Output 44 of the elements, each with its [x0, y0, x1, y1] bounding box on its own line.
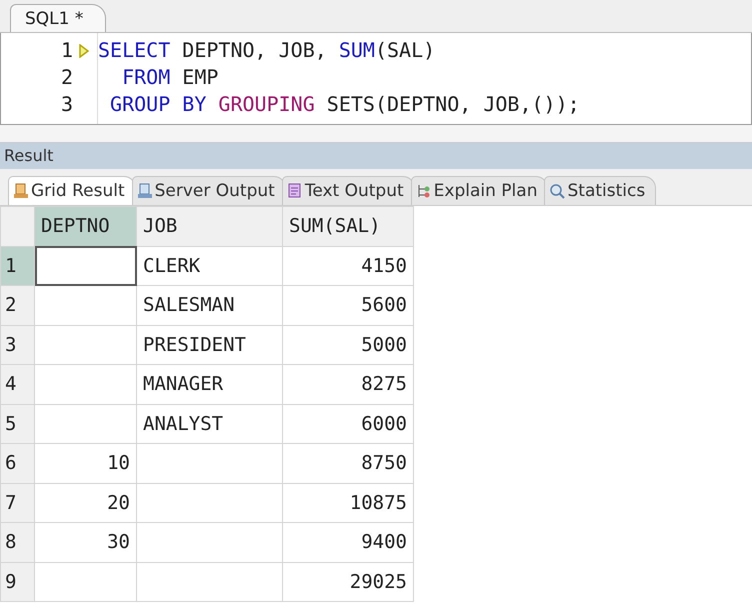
code-line: GROUP BY GROUPING SETS(DEPTNO, JOB,());	[109, 91, 581, 118]
line-number: 2	[60, 64, 73, 91]
column-header[interactable]: JOB	[136, 206, 282, 246]
database-icon	[136, 183, 153, 199]
splitter-bar[interactable]	[0, 125, 752, 143]
table-cell: CLERK	[136, 246, 282, 286]
line-number: 1	[60, 37, 73, 64]
row-number[interactable]: 2	[0, 286, 34, 325]
table-cell: 20	[34, 483, 136, 522]
table-cell: 9400	[282, 522, 414, 562]
table-cell: 5600	[282, 286, 414, 325]
table-cell: 29025	[282, 562, 414, 602]
column-header[interactable]: SUM(SAL)	[282, 206, 414, 246]
table-cell: 5000	[282, 325, 414, 364]
table-cell: 4150	[282, 246, 414, 286]
result-tab[interactable]: Statistics	[544, 176, 656, 205]
tree-icon	[416, 183, 432, 199]
column-header[interactable]: DEPTNO	[34, 206, 136, 246]
editor-tab[interactable]: SQL1 *	[10, 4, 106, 32]
row-number[interactable]: 7	[0, 483, 34, 522]
table-cell: ANALYST	[136, 404, 282, 444]
table-cell: 6000	[282, 404, 414, 444]
code-line: SELECT DEPTNO, JOB, SUM(SAL)	[98, 37, 436, 64]
grid-icon	[13, 183, 29, 199]
row-number[interactable]: 5	[0, 404, 34, 444]
table-cell: PRESIDENT	[136, 325, 282, 364]
row-number[interactable]: 4	[0, 364, 34, 404]
panel-title: Result	[0, 143, 752, 169]
magnifier-icon	[549, 183, 566, 199]
row-number[interactable]: 3	[0, 325, 34, 364]
table-cell: 10	[34, 444, 136, 483]
table-cell: 10875	[282, 483, 414, 522]
table-cell: 30	[34, 522, 136, 562]
row-number[interactable]: 1	[0, 246, 34, 286]
table-cell: 8275	[282, 364, 414, 404]
table-cell: MANAGER	[136, 364, 282, 404]
document-icon	[286, 183, 303, 199]
table-cell: SALESMAN	[136, 286, 282, 325]
table-cell: 8750	[282, 444, 414, 483]
code-line: FROM EMP	[121, 64, 220, 91]
row-number[interactable]: 9	[0, 562, 34, 602]
row-number[interactable]: 8	[0, 522, 34, 562]
line-number: 3	[60, 91, 73, 118]
row-number[interactable]: 6	[0, 444, 34, 483]
